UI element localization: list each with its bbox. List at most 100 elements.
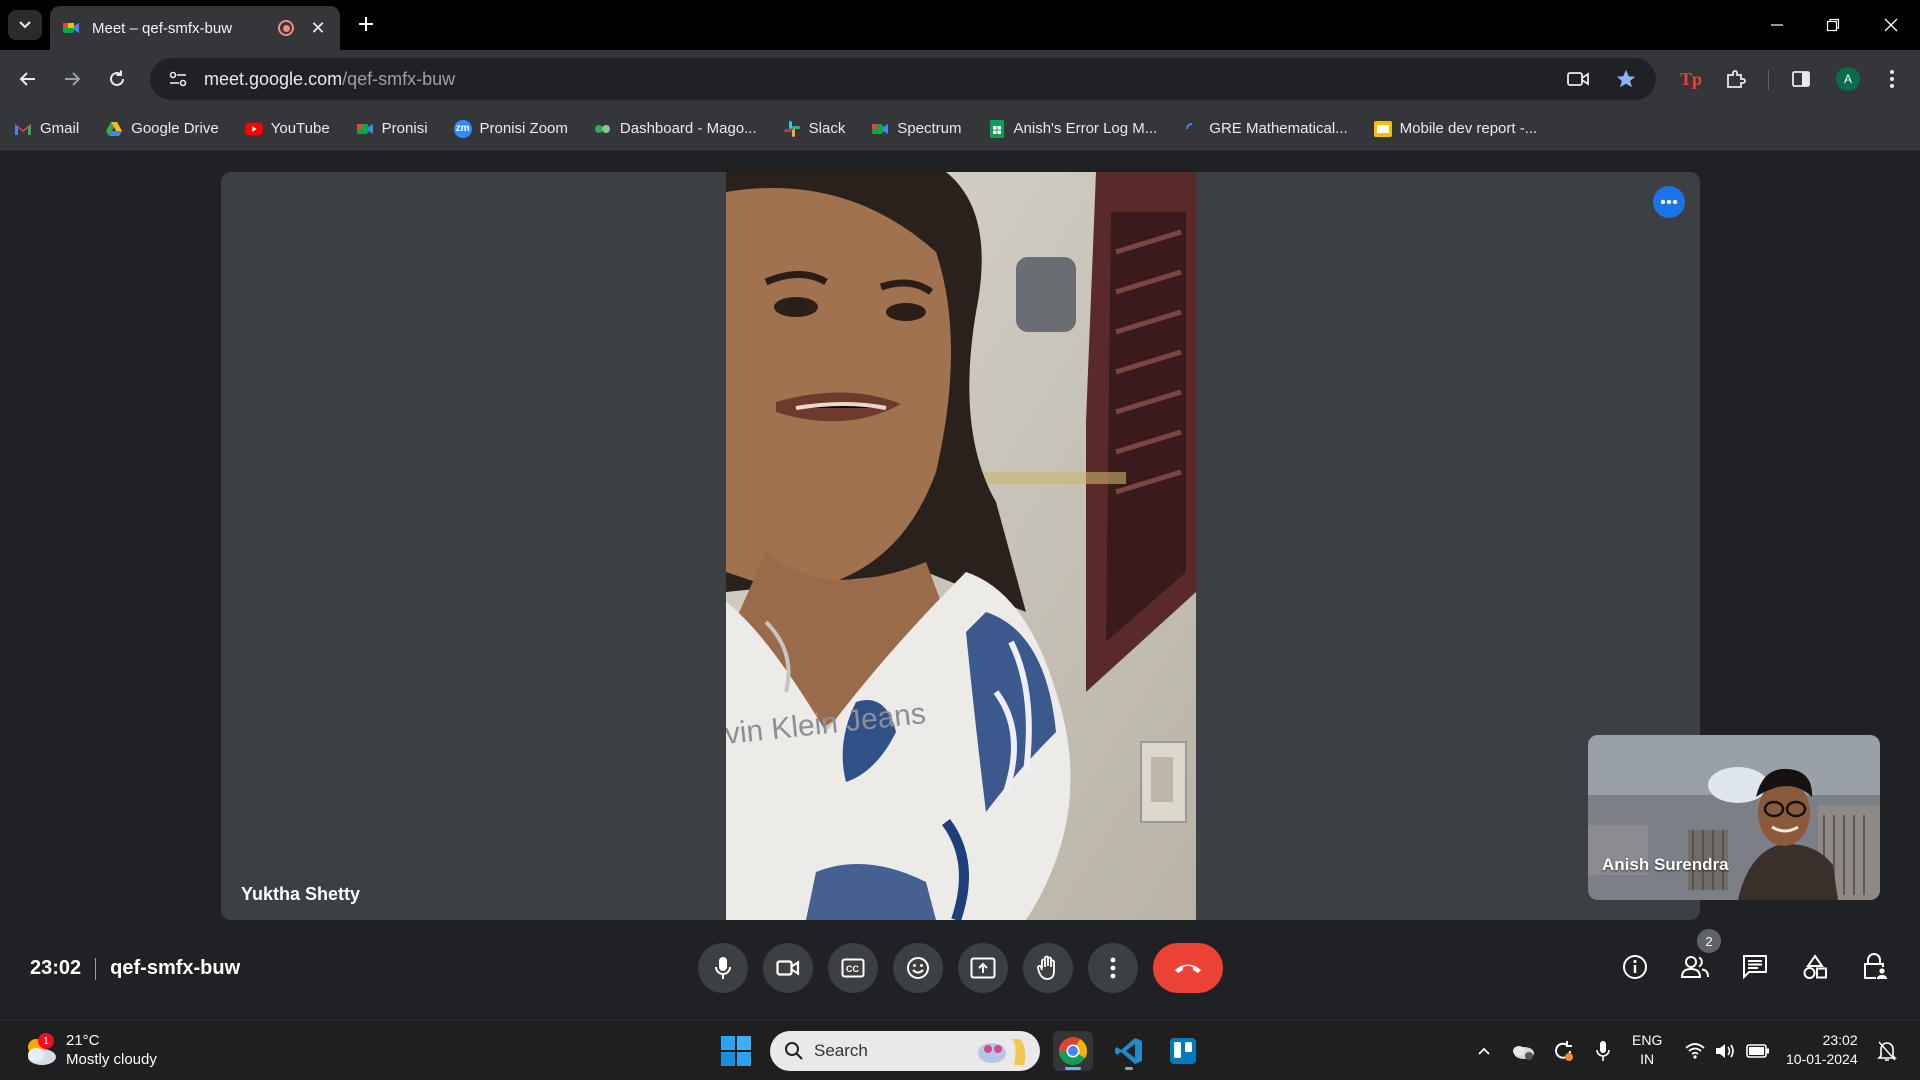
bookmark-star-icon[interactable] — [1610, 63, 1642, 95]
system-time: 23:02 — [1822, 1032, 1858, 1048]
sync-tray-icon[interactable] — [1548, 1035, 1578, 1067]
participant-video-yuktha: vin Klein Jeans — [726, 172, 1196, 920]
address-bar[interactable]: meet.google.com/qef-smfx-buw — [150, 58, 1656, 100]
raise-hand-button[interactable] — [1023, 943, 1073, 993]
bookmark-youtube[interactable]: YouTube — [244, 120, 330, 138]
reload-button[interactable] — [101, 63, 133, 95]
taskbar-chrome[interactable] — [1053, 1031, 1093, 1071]
camera-in-use-icon[interactable] — [1562, 63, 1594, 95]
microphone-button[interactable] — [698, 943, 748, 993]
host-controls-button[interactable] — [1855, 947, 1895, 987]
slack-icon — [783, 120, 801, 138]
reactions-button[interactable] — [893, 943, 943, 993]
bookmark-gmail[interactable]: Gmail — [14, 120, 79, 138]
plus-icon — [359, 17, 373, 31]
tab-strip: Meet – qef-smfx-buw ✕ — [0, 0, 1920, 50]
windows-logo-icon — [721, 1036, 751, 1066]
emoji-icon — [907, 957, 929, 979]
microphone-tray-icon[interactable] — [1588, 1035, 1618, 1067]
browser-toolbar: meet.google.com/qef-smfx-buw Tp A — [0, 50, 1920, 108]
dashboard-icon — [594, 120, 612, 138]
site-info-icon[interactable] — [162, 63, 194, 95]
wifi-tray-icon[interactable] — [1682, 1035, 1708, 1067]
chevron-down-icon — [19, 21, 31, 29]
people-icon — [1680, 956, 1709, 978]
weather-widget[interactable]: 1 21°C Mostly cloudy — [22, 1031, 157, 1069]
volume-tray-icon[interactable] — [1712, 1035, 1738, 1067]
bookmark-mobile-dev-report[interactable]: Mobile dev report -... — [1373, 120, 1537, 138]
more-horiz-icon — [1660, 199, 1678, 205]
microphone-icon — [715, 957, 731, 979]
bookmark-google-drive[interactable]: Google Drive — [105, 120, 219, 138]
chat-button[interactable] — [1735, 947, 1775, 987]
self-participant-name: Anish Surendra — [1602, 855, 1729, 874]
extensions-button[interactable] — [1720, 63, 1752, 95]
forward-button[interactable] — [56, 63, 88, 95]
close-window-button[interactable] — [1862, 0, 1920, 50]
profile-avatar[interactable]: A — [1832, 63, 1864, 95]
self-video-tile[interactable]: Anish Surendra — [1588, 735, 1880, 900]
bookmark-slack[interactable]: Slack — [783, 120, 845, 138]
recording-indicator-icon — [278, 20, 294, 36]
show-hidden-icons-button[interactable] — [1472, 1035, 1496, 1067]
bell-icon — [1877, 1041, 1897, 1061]
puzzle-icon — [1727, 70, 1746, 88]
zoom-icon: zm — [453, 119, 472, 138]
meeting-info: 23:02 qef-smfx-buw — [30, 957, 240, 980]
new-tab-button[interactable] — [352, 10, 380, 38]
battery-tray-icon[interactable] — [1744, 1035, 1772, 1067]
tab-meet[interactable]: Meet – qef-smfx-buw ✕ — [50, 6, 340, 50]
minimize-button[interactable] — [1748, 0, 1806, 50]
system-clock[interactable]: 23:02 10-01-2024 — [1786, 1031, 1858, 1069]
leave-call-button[interactable] — [1153, 943, 1223, 993]
people-count-badge: 2 — [1697, 929, 1721, 953]
chrome-icon — [1059, 1037, 1087, 1065]
bookmark-gre[interactable]: GRE Mathematical... — [1183, 120, 1348, 138]
restore-icon — [1826, 18, 1840, 32]
meeting-info-divider — [95, 957, 97, 980]
video-stage: vin Klein Jeans Yuktha Shetty — [221, 172, 1700, 920]
tile-options-button[interactable] — [1653, 186, 1685, 218]
bookmark-pronisi-zoom[interactable]: zm Pronisi Zoom — [453, 119, 568, 138]
taskbar-search[interactable]: Search — [770, 1031, 1040, 1071]
weather-cloud-icon: 1 — [22, 1033, 58, 1067]
camera-button[interactable] — [763, 943, 813, 993]
back-button[interactable] — [12, 63, 44, 95]
trello-icon — [1170, 1038, 1196, 1064]
tab-close-icon[interactable]: ✕ — [308, 18, 328, 39]
raise-hand-icon — [1037, 955, 1055, 980]
tab-search-button[interactable] — [8, 10, 42, 40]
taskbar-vscode[interactable] — [1109, 1031, 1149, 1071]
youtube-icon — [244, 120, 263, 138]
participant-video-frame: vin Klein Jeans — [726, 172, 1196, 920]
bookmark-spectrum[interactable]: Spectrum — [871, 120, 962, 138]
restore-button[interactable] — [1804, 0, 1862, 50]
extension-tp-icon[interactable]: Tp — [1675, 63, 1707, 95]
captions-button[interactable]: CC — [828, 943, 878, 993]
notifications-button[interactable] — [1872, 1035, 1902, 1067]
start-button[interactable] — [720, 1035, 752, 1067]
drive-icon — [105, 120, 123, 138]
svg-text:CC: CC — [846, 964, 859, 974]
sheets-icon — [988, 119, 1006, 138]
chrome-menu-button[interactable] — [1876, 63, 1908, 95]
side-panel-button[interactable] — [1785, 63, 1817, 95]
close-icon — [1884, 18, 1898, 32]
bookmark-pronisi[interactable]: Pronisi — [356, 120, 428, 138]
activities-button[interactable] — [1795, 947, 1835, 987]
weather-badge: 1 — [38, 1033, 54, 1049]
slides-icon — [1373, 120, 1392, 138]
more-options-button[interactable] — [1088, 943, 1138, 993]
system-date: 10-01-2024 — [1786, 1051, 1858, 1067]
bookmark-error-log[interactable]: Anish's Error Log M... — [988, 119, 1157, 138]
people-button[interactable] — [1675, 947, 1715, 987]
meeting-details-button[interactable] — [1615, 947, 1655, 987]
taskbar-trello[interactable] — [1163, 1031, 1203, 1071]
weather-desc: Mostly cloudy — [66, 1051, 157, 1068]
present-screen-button[interactable] — [958, 943, 1008, 993]
onedrive-tray-icon[interactable] — [1508, 1035, 1538, 1067]
present-to-all-icon — [970, 957, 996, 979]
bookmark-dashboard[interactable]: Dashboard - Mago... — [594, 120, 757, 138]
input-language[interactable]: ENG IN — [1632, 1031, 1662, 1069]
tab-title: Meet – qef-smfx-buw — [92, 19, 233, 37]
